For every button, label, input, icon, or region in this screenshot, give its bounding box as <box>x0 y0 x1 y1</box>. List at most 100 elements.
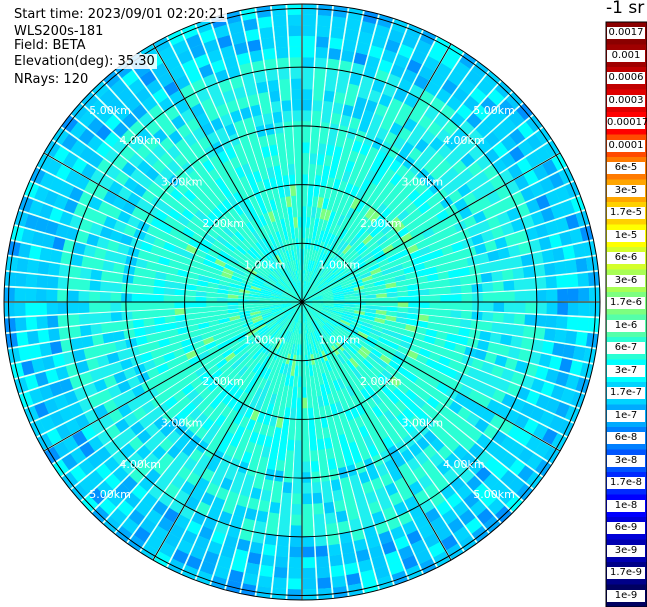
backscatter-cell <box>522 266 535 278</box>
backscatter-cell <box>289 546 302 558</box>
backscatter-cell <box>328 543 342 556</box>
colorbar-swatches <box>605 21 647 607</box>
backscatter-cell <box>302 195 308 207</box>
backscatter-cell <box>557 302 569 316</box>
backscatter-cell <box>296 195 302 207</box>
backscatter-cell <box>276 46 289 59</box>
backscatter-cell <box>552 342 565 357</box>
backscatter-cell <box>314 68 326 80</box>
backscatter-cell <box>257 575 273 588</box>
backscatter-cell <box>39 247 52 262</box>
backscatter-cell <box>269 501 281 514</box>
backscatter-cell <box>310 142 319 154</box>
backscatter-cell <box>429 287 441 295</box>
backscatter-cell <box>323 501 335 514</box>
backscatter-cell <box>289 418 296 430</box>
backscatter-cell <box>577 272 589 287</box>
backscatter-cell <box>272 577 287 589</box>
backscatter-cell <box>70 254 84 267</box>
backscatter-cell <box>302 535 315 547</box>
backscatter-cell <box>328 48 342 61</box>
backscatter-cell <box>49 249 63 263</box>
backscatter-cell <box>525 302 537 314</box>
range-ring-label: 4.00km <box>443 134 485 147</box>
backscatter-cell <box>89 280 101 291</box>
backscatter-cell <box>429 309 441 317</box>
range-ring-label: 3.00km <box>402 176 444 189</box>
backscatter-cell <box>344 28 359 42</box>
backscatter-cell <box>321 480 332 493</box>
backscatter-cell <box>552 247 565 262</box>
backscatter-cell <box>261 554 275 567</box>
backscatter-cell <box>57 302 69 315</box>
backscatter-cell <box>15 272 27 287</box>
backscatter-cell <box>100 270 113 282</box>
backscatter-cell <box>206 302 217 307</box>
backscatter-cell <box>480 272 493 283</box>
backscatter-cell <box>329 37 343 50</box>
backscatter-cell <box>302 46 315 58</box>
backscatter-cell <box>450 285 462 294</box>
field-label: Field: BETA <box>12 38 88 53</box>
backscatter-cell <box>310 460 320 473</box>
backscatter-cell <box>302 376 307 388</box>
range-ring-label: 4.00km <box>119 134 161 147</box>
backscatter-cell <box>418 308 430 315</box>
backscatter-cell <box>309 439 318 451</box>
backscatter-cell <box>309 429 317 441</box>
backscatter-cell <box>89 291 101 302</box>
backscatter-cell <box>273 566 288 579</box>
backscatter-cell <box>216 297 228 302</box>
backscatter-cell <box>287 578 302 590</box>
range-ring-label: 1.00km <box>244 333 286 346</box>
backscatter-cell <box>493 302 505 312</box>
backscatter-cell <box>294 450 302 462</box>
backscatter-cell <box>562 344 576 359</box>
backscatter-cell <box>279 78 291 91</box>
backscatter-cell <box>289 174 296 186</box>
backscatter-cell <box>254 520 267 534</box>
backscatter-cell <box>270 491 282 504</box>
backscatter-cell <box>296 184 302 196</box>
backscatter-cell <box>273 25 288 38</box>
backscatter-cell <box>46 302 58 315</box>
backscatter-cell <box>275 36 288 48</box>
backscatter-cell <box>78 279 91 291</box>
backscatter-cell <box>520 337 534 350</box>
colorbar-tick-label: 3e-9 <box>607 544 645 557</box>
range-ring-label: 5.00km <box>89 488 131 501</box>
range-ring-label: 5.00km <box>89 104 131 117</box>
colorbar-tick-label: 6e-9 <box>607 522 645 535</box>
backscatter-cell <box>295 418 302 430</box>
range-ring-label: 2.00km <box>202 217 244 230</box>
range-ring-label: 3.00km <box>161 176 203 189</box>
backscatter-cell <box>545 315 558 328</box>
backscatter-cell <box>216 302 228 307</box>
backscatter-cell <box>302 482 312 494</box>
backscatter-cell <box>513 313 526 325</box>
backscatter-cell <box>302 387 307 398</box>
backscatter-cell <box>376 297 388 302</box>
backscatter-cell <box>578 302 590 317</box>
backscatter-cell <box>302 503 313 515</box>
backscatter-cell <box>302 206 307 217</box>
backscatter-cell <box>280 503 291 515</box>
backscatter-cell <box>131 293 143 302</box>
backscatter-cell <box>270 100 282 113</box>
backscatter-cell <box>460 284 473 294</box>
backscatter-cell <box>365 302 377 306</box>
backscatter-cell <box>512 324 525 337</box>
backscatter-cell <box>291 514 302 526</box>
backscatter-cell <box>35 302 47 316</box>
backscatter-cell <box>302 67 314 79</box>
backscatter-cell <box>272 15 287 27</box>
backscatter-cell <box>297 376 302 388</box>
backscatter-cell <box>297 216 302 228</box>
backscatter-cell <box>376 302 388 307</box>
backscatter-cell <box>491 270 504 282</box>
backscatter-cell <box>25 316 38 331</box>
backscatter-cell <box>482 302 494 312</box>
backscatter-cell <box>556 275 568 288</box>
backscatter-cell <box>566 273 579 288</box>
range-ring-label: 1.00km <box>318 259 360 272</box>
